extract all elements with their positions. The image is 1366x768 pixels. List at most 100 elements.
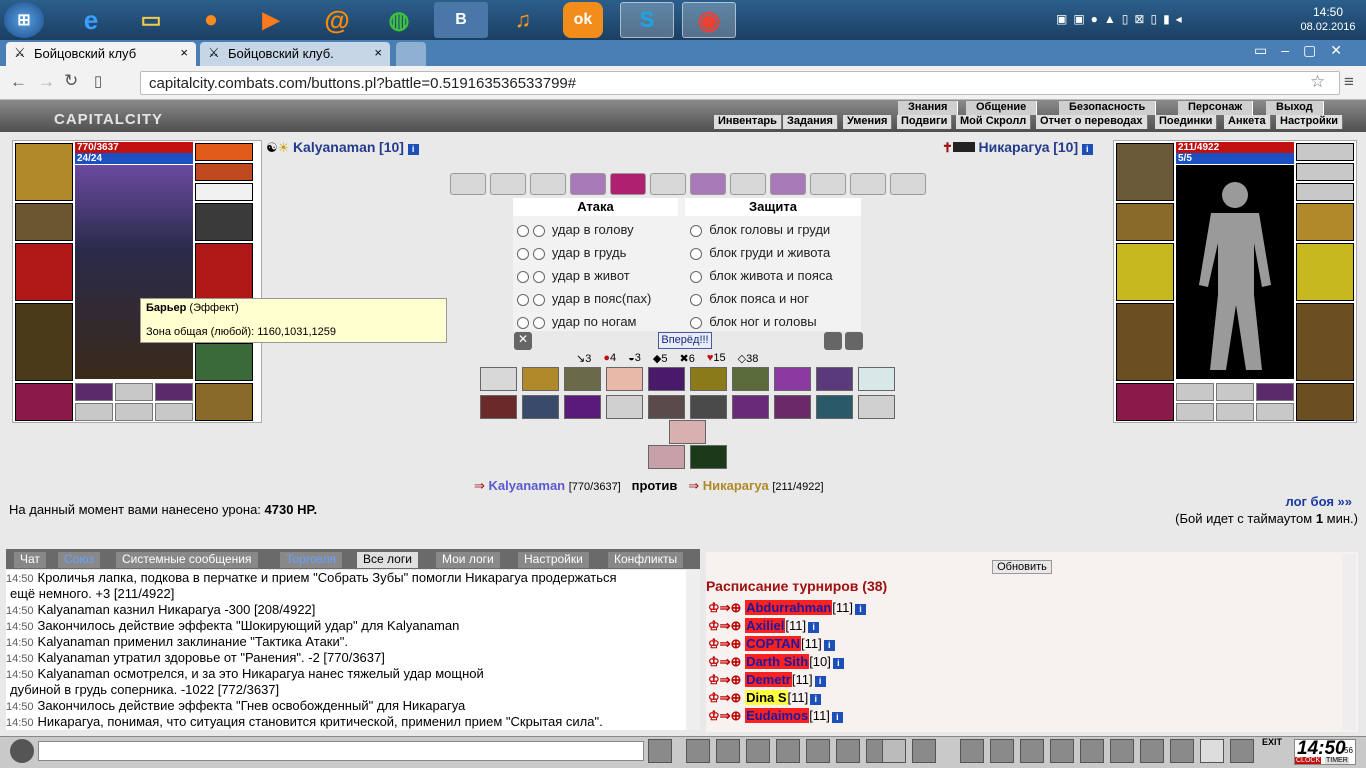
scroll-slot-filled[interactable]: [690, 173, 726, 195]
globe-icon[interactable]: ◍: [372, 2, 426, 38]
tournament-player-name[interactable]: Axiliel: [745, 618, 786, 633]
bookmark-star-icon[interactable]: ☆: [1310, 72, 1325, 92]
skill-icon[interactable]: [480, 395, 517, 419]
skill-icon[interactable]: [690, 395, 727, 419]
battle-log-link[interactable]: лог боя »»: [1200, 494, 1352, 509]
scroll-slot-filled[interactable]: [570, 173, 606, 195]
url-input[interactable]: capitalcity.combats.com/buttons.pl?battl…: [140, 71, 1340, 95]
skill-icon[interactable]: [522, 395, 559, 419]
menu-transfers-report[interactable]: Отчет о переводах: [1036, 115, 1148, 129]
info-icon[interactable]: i: [823, 640, 835, 651]
flag-icon[interactable]: [1230, 739, 1254, 763]
helmet-icon[interactable]: [912, 739, 936, 763]
ring-slot[interactable]: [1296, 143, 1354, 161]
skill-icon[interactable]: [690, 367, 727, 391]
tournament-player-name[interactable]: Abdurrahman: [745, 600, 833, 615]
helmet-slot[interactable]: [1116, 143, 1174, 201]
menu-quests[interactable]: Задания: [783, 115, 838, 129]
weapon-right-slot[interactable]: [195, 243, 253, 301]
capitalcity-logo[interactable]: CAPITALCITY: [14, 104, 174, 130]
potion-icon[interactable]: [1170, 739, 1194, 763]
amulet-slot[interactable]: [1296, 163, 1354, 181]
scroll-slot-filled[interactable]: [610, 173, 646, 195]
reload-icon[interactable]: ↻: [64, 71, 78, 91]
scroll-slot-filled[interactable]: [770, 173, 806, 195]
scroll-slot[interactable]: [530, 173, 566, 195]
music-icon[interactable]: ♫: [496, 2, 550, 38]
tab-all-logs[interactable]: Все логи: [357, 552, 418, 568]
chat-smile-icon[interactable]: [10, 739, 34, 763]
defense-option-belt-legs[interactable]: блок пояса и ног: [690, 289, 809, 309]
scroll-slot[interactable]: [650, 173, 686, 195]
menu-icon[interactable]: ≡: [1344, 72, 1354, 92]
menu-skills[interactable]: Умения: [843, 115, 893, 129]
bag-icon[interactable]: [1020, 739, 1044, 763]
menu-communication[interactable]: Общение: [966, 101, 1038, 115]
vs-left-name[interactable]: Kalyanaman: [489, 478, 566, 493]
defense-option-chest-stomach[interactable]: блок груди и живота: [690, 243, 830, 263]
tab-my-logs[interactable]: Мои логи: [436, 552, 500, 568]
pager-icon[interactable]: [806, 739, 830, 763]
chat-scrollbar[interactable]: [686, 570, 700, 730]
info-icon[interactable]: i: [832, 658, 844, 669]
tournament-player-name[interactable]: Eudaimos: [745, 708, 810, 723]
menu-my-scroll[interactable]: Мой Скролл: [956, 115, 1032, 129]
refresh-icon[interactable]: [845, 332, 863, 350]
skill-icon[interactable]: [648, 367, 685, 391]
window-controls[interactable]: ▭–▢✕: [1226, 42, 1356, 62]
scroll-icon[interactable]: [1080, 739, 1104, 763]
filter-icon[interactable]: [716, 739, 740, 763]
tab-active[interactable]: ⚔ Бойцовский клуб ×: [6, 42, 196, 66]
skill-icon[interactable]: [774, 395, 811, 419]
right-player-name[interactable]: Никарагуа: [979, 139, 1050, 155]
info-icon[interactable]: i: [855, 604, 867, 615]
firefox-icon[interactable]: ●: [184, 2, 238, 38]
info-icon[interactable]: i: [814, 676, 826, 687]
skill-icon[interactable]: [522, 367, 559, 391]
skill-icon[interactable]: [816, 367, 853, 391]
menu-knowledge[interactable]: Знания: [898, 101, 959, 115]
skill-icon[interactable]: [732, 395, 769, 419]
tournament-player-name[interactable]: Darth Sith: [745, 654, 810, 669]
start-button[interactable]: ⊞: [4, 2, 44, 38]
skill-icon[interactable]: [648, 395, 685, 419]
skull-icon[interactable]: [1200, 739, 1224, 763]
menu-character[interactable]: Персонаж: [1178, 101, 1254, 115]
left-player-name[interactable]: Kalyanaman: [293, 139, 375, 155]
menu-inventory[interactable]: Инвентарь: [714, 115, 782, 129]
close-icon[interactable]: ×: [180, 45, 188, 60]
attack-option-stomach[interactable]: удар в живот: [517, 266, 630, 286]
save-icon[interactable]: [746, 739, 770, 763]
skill-icon[interactable]: [606, 395, 643, 419]
forward-icon[interactable]: →: [38, 72, 55, 92]
rune-slot-4[interactable]: [75, 403, 113, 421]
defense-icon[interactable]: [824, 332, 842, 350]
attack-option-groin[interactable]: удар в пояс(пах): [517, 289, 651, 309]
close-icon[interactable]: ×: [374, 45, 382, 60]
bracer-slot[interactable]: [15, 203, 73, 241]
scroll-slot[interactable]: [890, 173, 926, 195]
rune-slot-2[interactable]: [115, 383, 153, 401]
gear-icon[interactable]: [1110, 739, 1134, 763]
tab-settings[interactable]: Настройки: [518, 552, 589, 568]
music-note-icon[interactable]: [836, 739, 860, 763]
tab-conflicts[interactable]: Конфликты: [608, 552, 684, 568]
menu-profile[interactable]: Анкета: [1224, 115, 1271, 129]
rune-slot-4[interactable]: [1176, 403, 1214, 421]
ie-icon[interactable]: e: [64, 2, 118, 38]
boots-slot[interactable]: [1296, 383, 1354, 421]
menu-security[interactable]: Безопасность: [1059, 101, 1157, 115]
spell-grid[interactable]: [75, 165, 193, 379]
info-icon[interactable]: i: [810, 694, 822, 705]
menu-feats[interactable]: Подвиги: [897, 115, 953, 129]
tab-system-messages[interactable]: Системные сообщения: [116, 552, 258, 568]
scroll-slot[interactable]: [490, 173, 526, 195]
armor-slot[interactable]: [15, 303, 73, 381]
defense-option-stomach-belt[interactable]: блок живота и пояса: [690, 266, 833, 286]
chest-icon[interactable]: [1050, 739, 1074, 763]
scroll-slot[interactable]: [810, 173, 846, 195]
scroll-slot[interactable]: [450, 173, 486, 195]
skill-icon[interactable]: [648, 445, 685, 469]
vk-icon[interactable]: В: [434, 2, 488, 38]
info-icon[interactable]: i: [808, 622, 820, 633]
